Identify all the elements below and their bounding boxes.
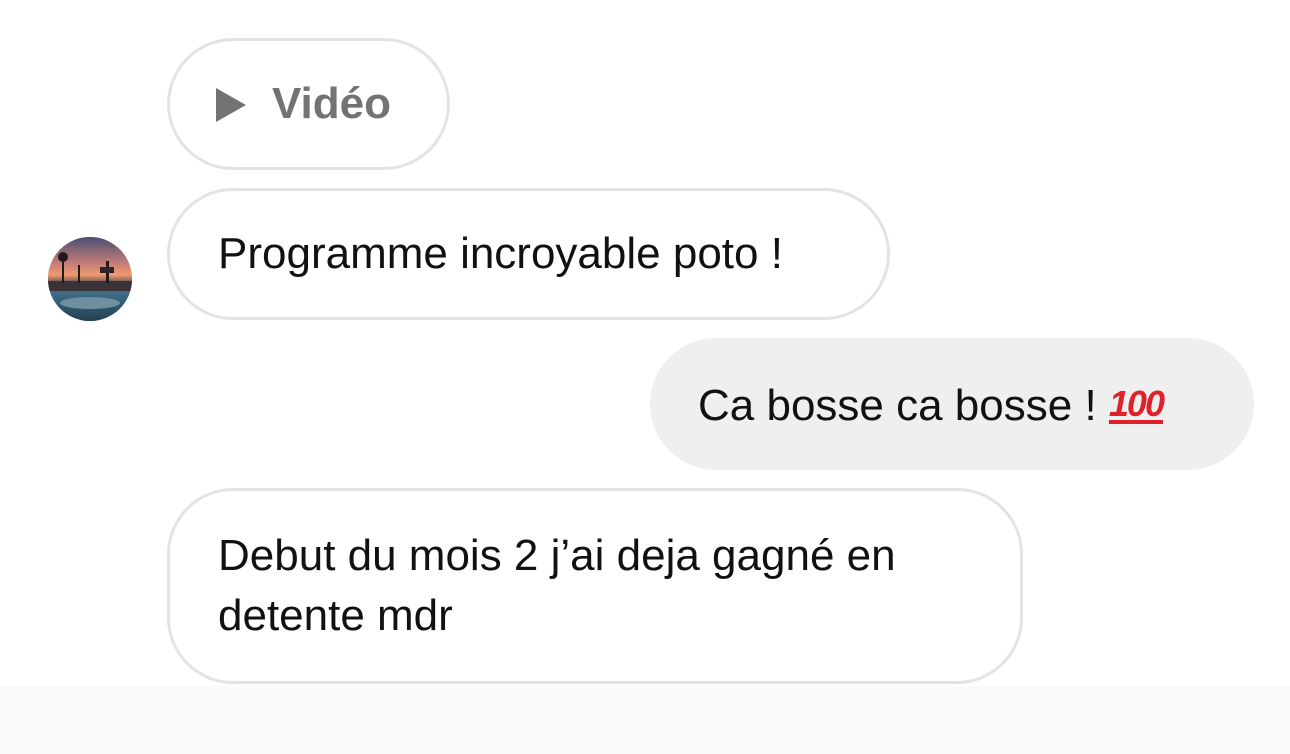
received-message-bubble[interactable]: Programme incroyable poto ! <box>167 188 890 320</box>
message-text: Ca bosse ca bosse ! <box>698 381 1097 430</box>
video-label: Vidéo <box>272 79 392 128</box>
message-thread: Vidéo Programme incroyable poto ! Ca bos… <box>0 0 1290 686</box>
avatar-image <box>48 237 132 321</box>
message-text: Debut du mois 2 j’ai deja gagné en deten… <box>218 531 896 640</box>
received-message-bubble[interactable]: Debut du mois 2 j’ai deja gagné en deten… <box>167 488 1023 684</box>
composer-area <box>0 686 1290 754</box>
avatar[interactable] <box>48 237 132 321</box>
video-attachment-bubble[interactable]: Vidéo <box>167 38 450 170</box>
hundred-points-emoji: 100 <box>1108 383 1165 424</box>
play-icon <box>216 88 246 122</box>
message-text: Programme incroyable poto ! <box>218 229 783 278</box>
sent-message-bubble[interactable]: Ca bosse ca bosse ! 100 <box>650 338 1254 470</box>
